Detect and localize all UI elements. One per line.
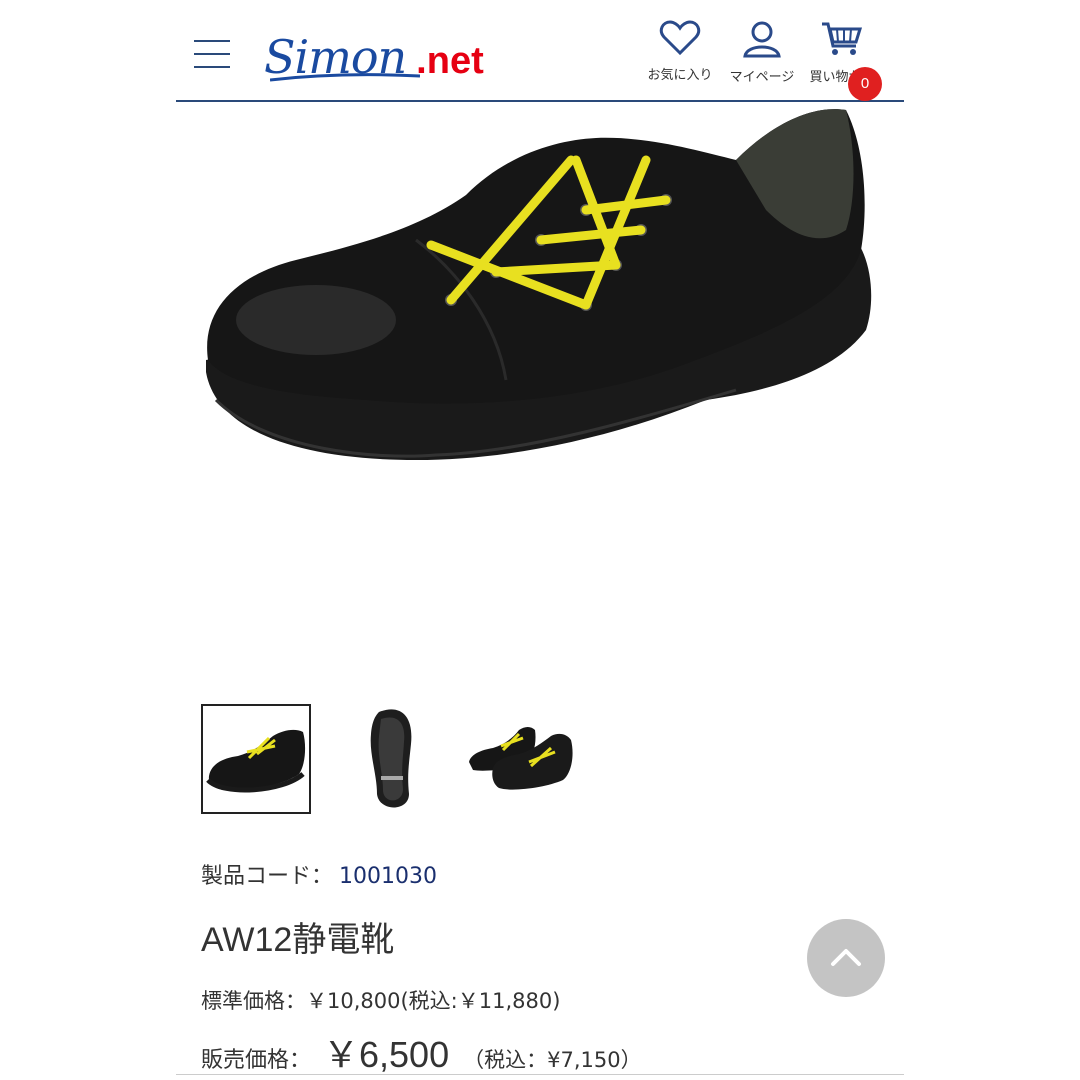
cart-icon <box>822 22 863 55</box>
logo-swoosh <box>270 73 420 82</box>
mypage-label: マイページ <box>729 70 795 85</box>
thumbnail-1-image <box>206 729 306 793</box>
logo-suffix: .net <box>416 40 484 82</box>
back-to-top-button[interactable] <box>807 919 885 997</box>
favorites-label: お気に入り <box>647 68 713 83</box>
thumbnail-strip <box>201 704 601 816</box>
sale-price-row: 販売価格： ￥6,500 （税込：¥7,150） <box>201 1026 642 1078</box>
site-logo[interactable]: Simon .net <box>264 30 484 84</box>
page-container: Simon .net お気に入り マイページ 買い物かご 0 製品コード： 10… <box>176 0 904 1080</box>
thumbnail-1[interactable] <box>201 704 311 814</box>
thumbnail-2-image <box>370 709 412 808</box>
thumbnail-3-image <box>469 727 573 790</box>
favorites-button[interactable]: お気に入り <box>642 20 718 83</box>
menu-icon[interactable] <box>194 38 230 70</box>
user-icon <box>743 21 781 58</box>
sale-price-tax: （税込：¥7,150） <box>463 1048 642 1072</box>
sale-price-label: 販売価格： <box>201 1048 312 1073</box>
product-code-row: 製品コード： 1001030 <box>201 858 437 890</box>
site-header: Simon .net お気に入り マイページ 買い物かご 0 <box>176 0 904 102</box>
product-code-label: 製品コード： <box>201 864 334 889</box>
product-code-value: 1001030 <box>339 864 437 889</box>
heart-icon <box>659 20 701 56</box>
chevron-up-icon <box>831 949 861 966</box>
sale-price-value: ￥6,500 <box>323 1034 450 1075</box>
product-main-image[interactable] <box>176 100 904 680</box>
standard-price: 標準価格：￥10,800(税込:￥11,880) <box>201 989 561 1013</box>
thumbnail-3[interactable] <box>467 704 577 814</box>
mypage-button[interactable]: マイページ <box>724 20 800 85</box>
thumbnail-2[interactable] <box>339 704 449 814</box>
divider <box>176 1074 904 1075</box>
cart-count-badge: 0 <box>848 67 882 101</box>
product-title: AW12静電靴 <box>201 921 395 959</box>
